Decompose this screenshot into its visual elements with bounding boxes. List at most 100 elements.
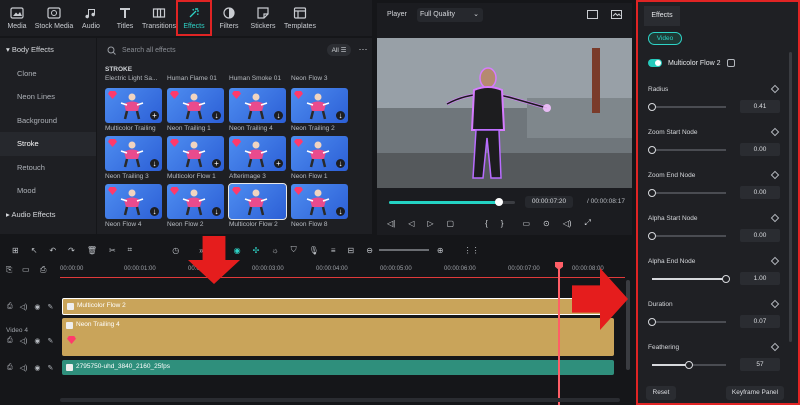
nav-item-background[interactable]: Background: [0, 109, 96, 133]
download-icon[interactable]: ↓: [336, 159, 345, 168]
nav-audio-effects[interactable]: ▸ Audio Effects: [0, 203, 96, 227]
nav-body-effects[interactable]: ▾ Body Effects: [0, 38, 96, 62]
effect-thumbnail[interactable]: +: [167, 136, 224, 171]
keyframe-diamond-icon[interactable]: [770, 256, 780, 266]
effect-tile[interactable]: + Multicolor Flow 1: [167, 136, 229, 184]
slider-knob[interactable]: [648, 318, 656, 326]
zoom-in-icon[interactable]: ⊕: [437, 246, 444, 255]
ai-tool-icon[interactable]: ◉: [234, 246, 241, 255]
stop-icon[interactable]: ▢: [447, 219, 455, 228]
camera-icon[interactable]: ⊙: [543, 219, 550, 228]
effect-thumbnail[interactable]: ↓: [105, 184, 162, 219]
undo-icon[interactable]: ↶: [49, 246, 56, 255]
add-icon[interactable]: +: [274, 159, 283, 168]
effect-thumbnail[interactable]: ↓: [291, 184, 348, 219]
keyframe-diamond-icon[interactable]: [770, 342, 780, 352]
track-audio-icon[interactable]: ◁): [20, 337, 28, 345]
track-edit-icon[interactable]: ✎: [47, 303, 53, 311]
add-icon[interactable]: +: [150, 111, 159, 120]
toolbar-templates[interactable]: Templates: [280, 0, 320, 36]
nav-item-mood[interactable]: Mood: [0, 179, 96, 203]
effect-thumbnail[interactable]: ↓: [291, 136, 348, 171]
download-icon[interactable]: ↓: [336, 207, 345, 216]
panel-scrollbar[interactable]: [789, 52, 792, 342]
progress-knob[interactable]: [494, 198, 503, 206]
param-slider[interactable]: [648, 189, 726, 197]
prev-frame-icon[interactable]: ◁: [408, 219, 414, 228]
zoom-out-icon[interactable]: ⊖: [366, 246, 373, 255]
slider-knob[interactable]: [648, 232, 656, 240]
mic-icon[interactable]: 🎙: [309, 246, 319, 255]
add-icon[interactable]: +: [212, 159, 221, 168]
param-value[interactable]: 57: [740, 358, 780, 371]
keyframe-diamond-icon[interactable]: [770, 127, 780, 137]
track-lock-icon[interactable]: ⎙: [7, 303, 13, 311]
playhead[interactable]: [558, 263, 560, 405]
slider-knob[interactable]: [648, 189, 656, 197]
delete-icon[interactable]: 🗑: [87, 246, 97, 255]
image-icon[interactable]: [587, 10, 598, 19]
nav-item-neon-lines[interactable]: Neon Lines: [0, 85, 96, 109]
redo-icon[interactable]: ↷: [68, 246, 75, 255]
effect-tile[interactable]: ↓ Neon Trailing 2: [291, 88, 353, 136]
download-icon[interactable]: ↓: [150, 207, 159, 216]
layout-icon[interactable]: ⊞: [12, 246, 19, 255]
track-audio-icon[interactable]: ◁): [20, 303, 28, 311]
toolbar-titles[interactable]: Titles: [108, 0, 142, 36]
toolbar-audio[interactable]: Audio: [74, 0, 108, 36]
volume-icon[interactable]: ◁): [563, 219, 572, 228]
effect-thumbnail[interactable]: [228, 183, 287, 220]
track-lock-icon[interactable]: ⎙: [7, 364, 13, 372]
video-preview[interactable]: [377, 38, 632, 188]
param-slider[interactable]: [652, 275, 730, 283]
toolbar-stock-media[interactable]: Stock Media: [34, 0, 74, 36]
download-icon[interactable]: ↓: [212, 111, 221, 120]
mark-out-icon[interactable]: }: [501, 219, 504, 228]
track-audio-icon[interactable]: ◁): [20, 364, 28, 372]
timeline-vscroll[interactable]: [626, 280, 630, 370]
zoom-slider[interactable]: [378, 249, 429, 251]
param-value[interactable]: 0.41: [740, 100, 780, 113]
reset-button[interactable]: Reset: [646, 386, 676, 400]
timeline-ruler[interactable]: 00:00:0000:00:01:0000:00:02:0000:00:03:0…: [60, 262, 625, 278]
param-slider[interactable]: [648, 146, 726, 154]
track-lock-icon[interactable]: ⎙: [7, 337, 13, 345]
select-tool-icon[interactable]: ↖: [31, 246, 38, 255]
playback-progress[interactable]: [389, 198, 515, 206]
shield-icon[interactable]: ⛉: [291, 245, 297, 255]
track-manager-icon[interactable]: ▭: [22, 265, 30, 274]
step-back-icon[interactable]: ◁|: [387, 219, 395, 228]
effect-toggle[interactable]: [648, 59, 662, 67]
effect-tile[interactable]: + Afterimage 3: [229, 136, 291, 184]
effect-tile[interactable]: Multicolor Flow 2: [228, 183, 291, 232]
download-icon[interactable]: ↓: [150, 159, 159, 168]
timeline-hscroll[interactable]: [60, 398, 620, 402]
tab-video[interactable]: Video: [648, 32, 682, 45]
param-slider[interactable]: [648, 232, 726, 240]
param-slider[interactable]: [648, 318, 726, 326]
nav-item-stroke[interactable]: Stroke: [0, 132, 96, 156]
param-slider[interactable]: [652, 361, 726, 369]
effect-thumbnail[interactable]: ↓: [167, 88, 224, 123]
speed-icon[interactable]: ◷: [172, 246, 179, 255]
search-input[interactable]: Search all effects: [105, 42, 305, 58]
fullscreen-icon[interactable]: ⤢: [585, 218, 591, 228]
slider-knob[interactable]: [648, 103, 656, 111]
toolbar-effects[interactable]: Effects: [176, 0, 212, 36]
toolbar-media[interactable]: Media: [0, 0, 34, 36]
effect-tile[interactable]: ↓ Neon Trailing 3: [105, 136, 167, 184]
keyframe-diamond-icon[interactable]: [770, 84, 780, 94]
add-track-icon[interactable]: ⎘: [6, 265, 12, 275]
clip-effect-neon-trailing[interactable]: Neon Trailing 4: [62, 318, 614, 356]
slider-knob[interactable]: [722, 275, 730, 283]
param-value[interactable]: 0.00: [740, 186, 780, 199]
track-eye-icon[interactable]: ◉: [34, 364, 40, 372]
nav-item-retouch[interactable]: Retouch: [0, 156, 96, 180]
param-value[interactable]: 0.07: [740, 315, 780, 328]
effect-thumbnail[interactable]: ↓: [167, 184, 224, 219]
clip-video[interactable]: 2795750-uhd_3840_2160_25fps: [62, 360, 614, 375]
mark-in-icon[interactable]: {: [485, 219, 488, 228]
download-icon[interactable]: ↓: [274, 111, 283, 120]
screenshot-icon[interactable]: [611, 10, 622, 19]
track-eye-icon[interactable]: ◉: [34, 303, 40, 311]
